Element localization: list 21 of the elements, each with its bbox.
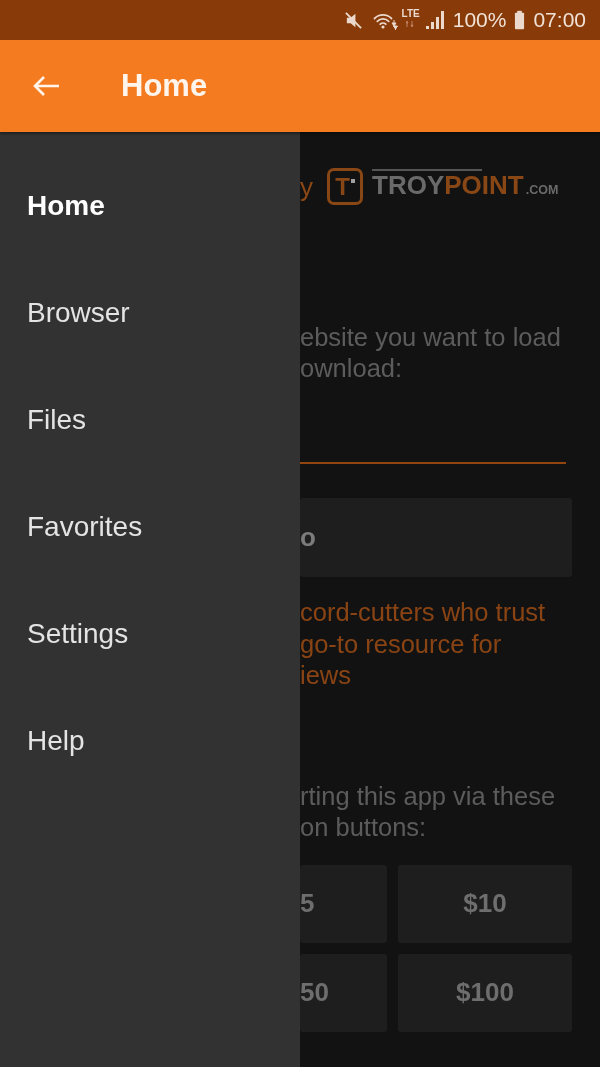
app-bar-title: Home [121, 68, 208, 104]
drawer-item[interactable]: Browser [0, 259, 300, 366]
byline-text: y [300, 171, 313, 202]
drawer-item[interactable]: Settings [0, 580, 300, 687]
battery-icon [514, 10, 526, 30]
clock-time: 07:00 [533, 8, 586, 32]
support-text: rting this app via these on buttons: [300, 780, 557, 843]
signal-icon [425, 10, 445, 30]
drawer-item[interactable]: Files [0, 366, 300, 473]
action-button[interactable]: o [300, 498, 572, 577]
drawer-item[interactable]: Home [0, 152, 300, 259]
logo-wordmark: TROYPOINT.COM [372, 169, 559, 202]
logo-letter: T [335, 173, 350, 200]
network-type-label: LTE [401, 7, 420, 19]
instruction-text: ebsite you want to load ownload: [300, 322, 562, 384]
back-icon [32, 74, 60, 98]
battery-percent: 100% [452, 8, 507, 32]
drawer-item[interactable]: Favorites [0, 473, 300, 580]
promo-text: cord-cutters who trust go-to resource for iews [300, 597, 547, 691]
drawer-item[interactable]: Help [0, 687, 300, 794]
data-arrows-icon [405, 20, 416, 27]
